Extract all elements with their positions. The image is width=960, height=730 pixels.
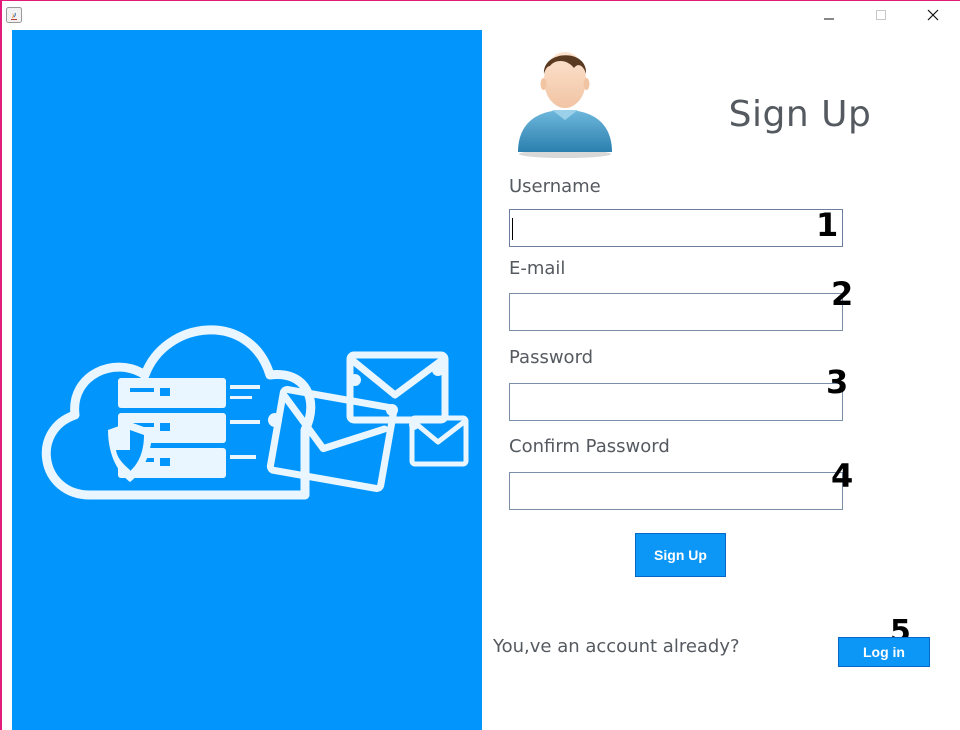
password-input[interactable] (509, 383, 843, 421)
minimize-button[interactable] (806, 1, 852, 29)
annotation-3: 3 (826, 363, 849, 401)
annotation-1: 1 (816, 206, 839, 244)
envelope-icon (409, 415, 469, 467)
confirm-password-label: Confirm Password (509, 436, 670, 457)
user-avatar-icon (518, 52, 612, 158)
email-label: E-mail (509, 258, 566, 279)
login-button[interactable]: Log in (838, 637, 930, 667)
maximize-button[interactable] (858, 1, 904, 29)
close-icon (927, 9, 939, 21)
text-caret (512, 218, 513, 240)
java-app-icon (6, 7, 22, 23)
page-title: Sign Up (728, 94, 872, 135)
username-input[interactable] (509, 209, 843, 247)
username-label: Username (509, 176, 601, 197)
close-button[interactable] (910, 1, 956, 29)
signup-button[interactable]: Sign Up (635, 533, 726, 577)
left-margin (2, 30, 12, 730)
account-prompt: You,ve an account already? (493, 636, 740, 657)
password-label: Password (509, 347, 594, 368)
minimize-icon (824, 18, 834, 20)
annotation-2: 2 (831, 275, 854, 313)
maximize-icon (876, 10, 886, 20)
annotation-4: 4 (831, 457, 854, 495)
cloud-mail-illustration (41, 325, 469, 500)
email-input[interactable] (509, 293, 843, 331)
envelope-icon (266, 386, 398, 492)
confirm-password-input[interactable] (509, 472, 843, 510)
hero-panel (12, 30, 482, 730)
